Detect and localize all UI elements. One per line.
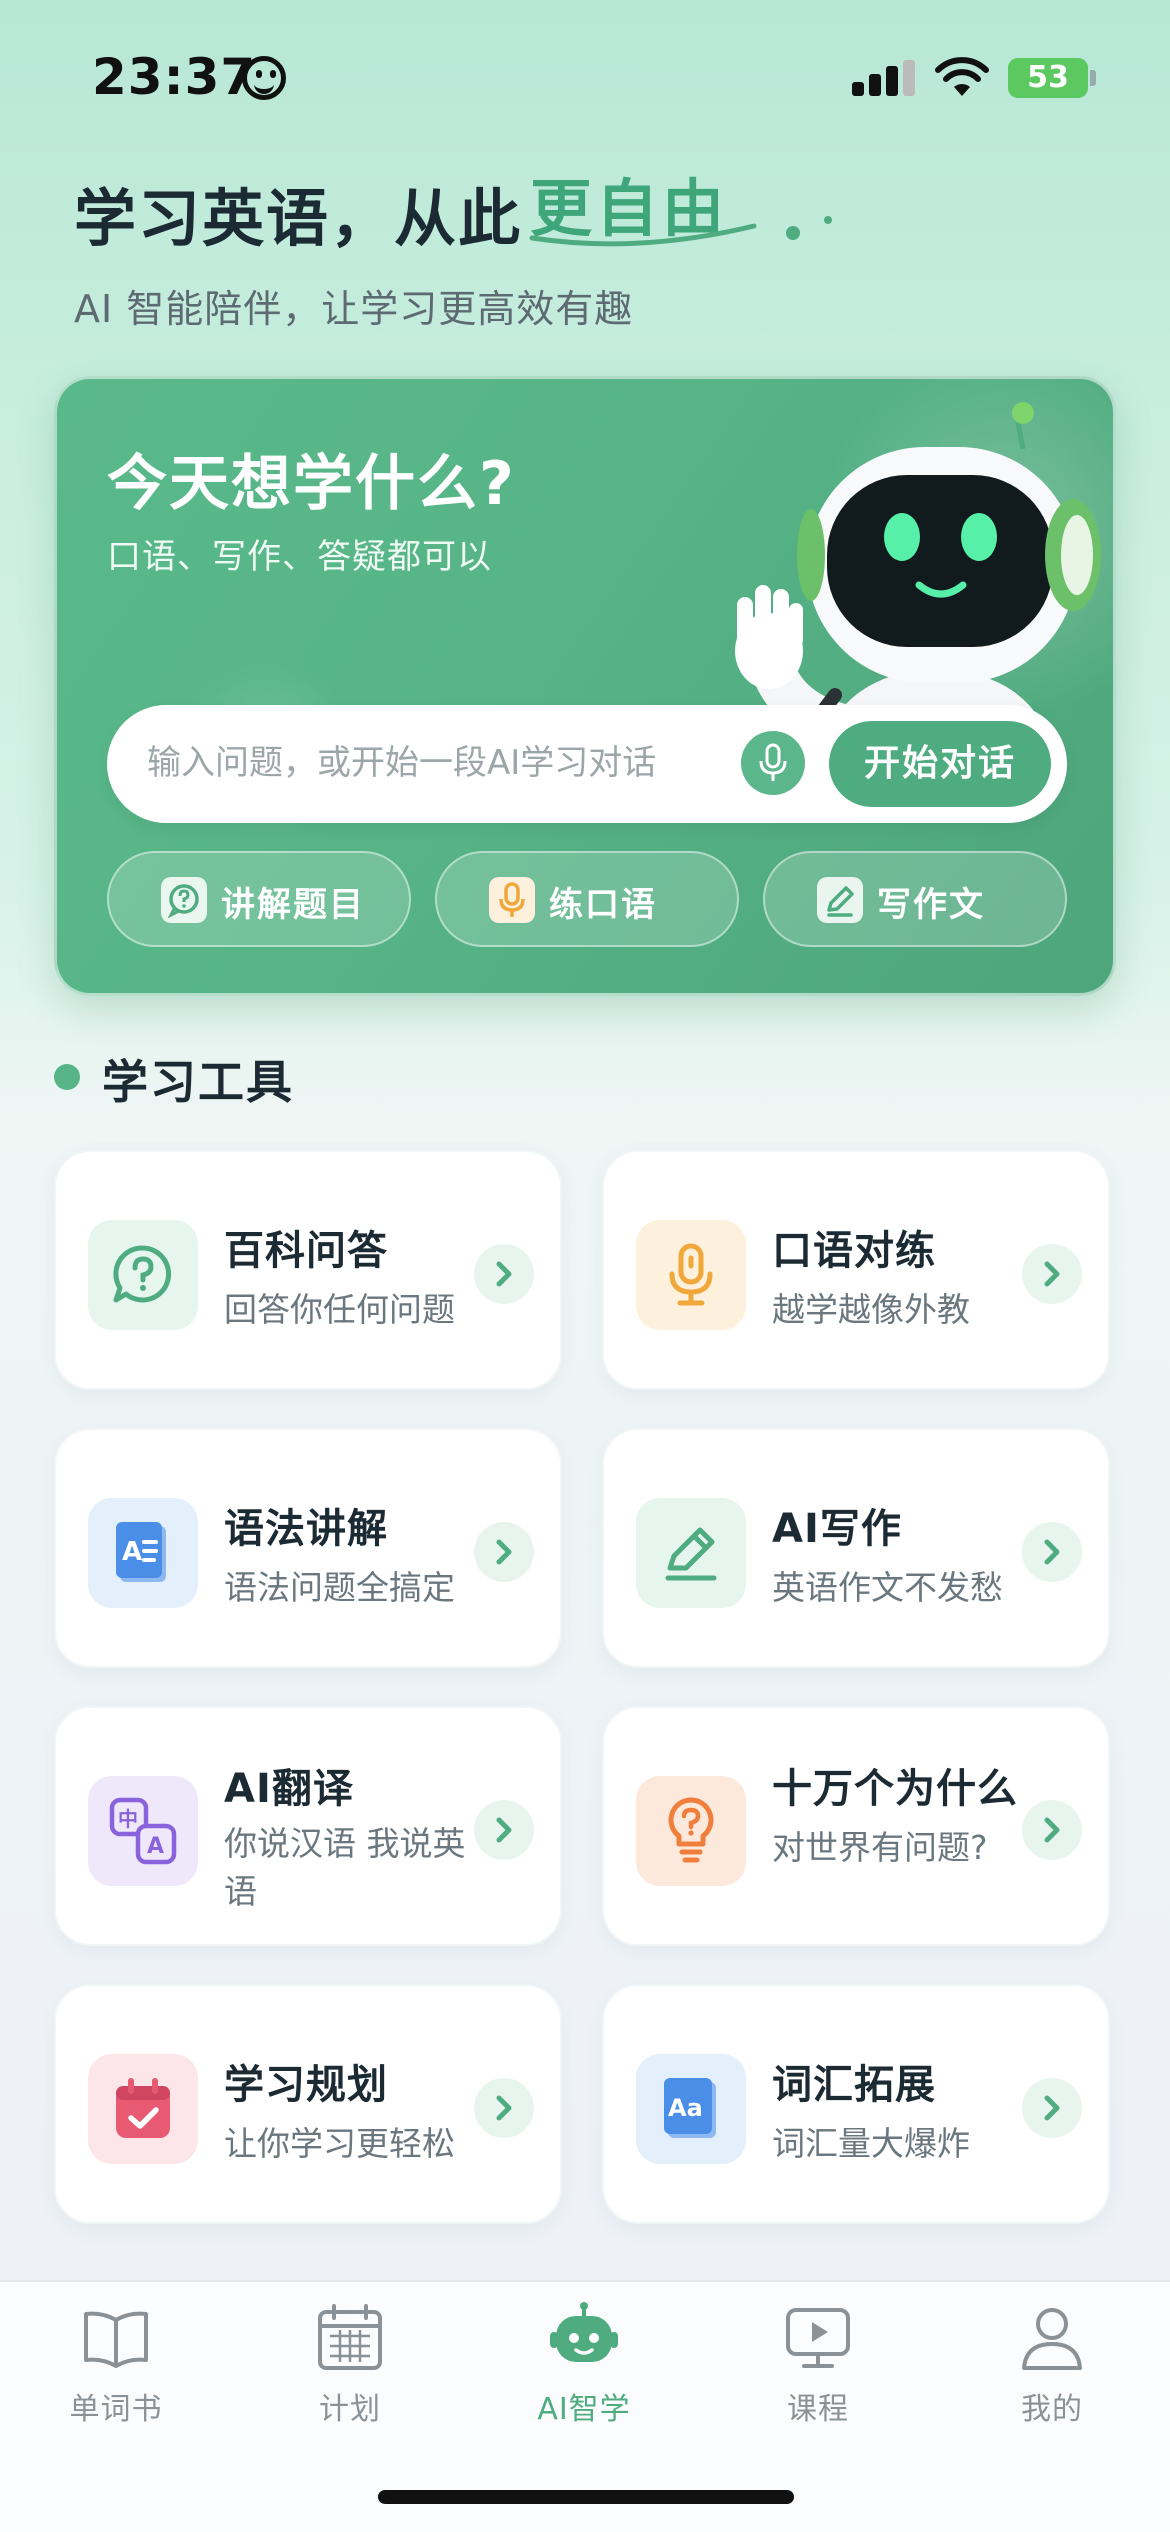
tool-card-grammar[interactable]: A 语法讲解 语法问题全搞定 xyxy=(54,1428,562,1668)
person-icon xyxy=(1022,2308,1082,2370)
section-dot xyxy=(54,1064,80,1090)
section-title: 学习工具 xyxy=(102,1055,294,1109)
smiley-icon xyxy=(242,56,286,100)
open-book-icon xyxy=(84,2311,148,2368)
tool-card-encyclopedia-qa[interactable]: 百科问答 回答你任何问题 xyxy=(54,1150,562,1390)
tab-word-book[interactable]: 单词书 xyxy=(36,2302,196,2452)
status-time: 23:37 xyxy=(92,48,257,106)
microphone-icon xyxy=(759,743,787,781)
tool-desc: 对世界有问题? xyxy=(772,1828,988,1867)
tab-courses[interactable]: 课程 xyxy=(738,2302,898,2452)
hero-title: 学习英语，从此 xyxy=(74,182,523,255)
chevron-right-icon xyxy=(474,1522,534,1582)
start-chat-button[interactable]: 开始对话 xyxy=(829,721,1051,807)
microphone-icon xyxy=(489,877,535,923)
chevron-right-icon xyxy=(1022,2078,1082,2138)
tab-label: AI智学 xyxy=(537,2392,631,2427)
tab-label: 我的 xyxy=(1021,2392,1083,2427)
chevron-right-icon xyxy=(474,2078,534,2138)
ai-chat-card: 今天想学什么? 口语、写作、答疑都可以 输入问题，或开始一段AI学习对话 开始对… xyxy=(54,376,1116,996)
tool-name: 语法讲解 xyxy=(224,1506,388,1552)
app-screen: 23:37 53 学习英语，从此 更自由 AI 智能陪伴，让学习更高效有趣 今天… xyxy=(0,0,1170,2532)
svg-text:Aa: Aa xyxy=(668,2094,703,2122)
status-bar: 23:37 53 xyxy=(0,0,1170,150)
tool-name: 百科问答 xyxy=(224,1228,388,1274)
quick-action-label: 讲解题目 xyxy=(221,885,365,925)
calendar-check-icon xyxy=(88,2054,198,2164)
chevron-right-icon xyxy=(474,1244,534,1304)
tab-label: 计划 xyxy=(319,2392,381,2427)
pencil-icon xyxy=(636,1498,746,1608)
cellular-signal-icon xyxy=(852,60,916,96)
calendar-icon xyxy=(318,2304,382,2370)
tool-desc: 让你学习更轻松 xyxy=(224,2124,455,2163)
tool-name: AI写作 xyxy=(772,1506,902,1552)
tool-desc: 语法问题全搞定 xyxy=(224,1568,455,1607)
battery-tip xyxy=(1090,70,1096,86)
translate-icon: 中 A xyxy=(88,1776,198,1886)
battery-level: 53 xyxy=(1027,60,1069,95)
wifi-icon xyxy=(935,57,989,96)
tool-name: 学习规划 xyxy=(224,2062,388,2108)
chevron-right-icon xyxy=(1022,1522,1082,1582)
ask-bar: 开始对话 xyxy=(107,705,1067,823)
hero-subtitle: AI 智能陪伴，让学习更高效有趣 xyxy=(74,287,634,331)
microphone-icon xyxy=(636,1220,746,1330)
dot-decoration xyxy=(786,226,800,240)
vocabulary-book-icon: Aa xyxy=(636,2054,746,2164)
question-bubble-icon xyxy=(88,1220,198,1330)
quick-action-explain-question[interactable]: 讲解题目 xyxy=(107,851,411,947)
question-input[interactable] xyxy=(147,731,707,795)
tool-name: 十万个为什么 xyxy=(772,1766,1018,1812)
tab-ai-learning[interactable]: AI智学 xyxy=(504,2302,664,2452)
tool-card-ai-translate[interactable]: 中 A AI翻译 你说汉语 我说英语 xyxy=(54,1706,562,1946)
tool-desc: 词汇量大爆炸 xyxy=(772,2124,970,2163)
ai-card-title: 今天想学什么? xyxy=(107,449,516,519)
quick-action-label: 练口语 xyxy=(549,885,657,925)
tool-desc: 英语作文不发愁 xyxy=(772,1568,1003,1607)
chevron-right-icon xyxy=(1022,1244,1082,1304)
svg-text:A: A xyxy=(147,1834,164,1859)
quick-actions: 讲解题目 练口语 写作文 xyxy=(107,851,1067,951)
lightbulb-question-icon xyxy=(636,1776,746,1886)
tool-desc: 你说汉语 我说英语 xyxy=(224,1824,466,1911)
tool-card-why-questions[interactable]: 十万个为什么 对世界有问题? xyxy=(602,1706,1110,1946)
tool-desc: 越学越像外教 xyxy=(772,1290,970,1329)
tab-label: 单词书 xyxy=(69,2392,163,2427)
svg-text:中: 中 xyxy=(118,1807,138,1831)
quick-action-practice-speaking[interactable]: 练口语 xyxy=(435,851,739,947)
tool-name: AI翻译 xyxy=(224,1766,354,1812)
tool-desc: 回答你任何问题 xyxy=(224,1290,455,1329)
svg-text:A: A xyxy=(122,1537,142,1567)
tab-plan[interactable]: 计划 xyxy=(270,2302,430,2452)
tool-name: 口语对练 xyxy=(772,1228,936,1274)
ai-card-subtitle: 口语、写作、答疑都可以 xyxy=(107,537,492,577)
battery-icon: 53 xyxy=(1008,58,1088,98)
tool-card-ai-writing[interactable]: AI写作 英语作文不发愁 xyxy=(602,1428,1110,1668)
tab-label: 课程 xyxy=(787,2392,849,2427)
quick-action-label: 写作文 xyxy=(877,885,985,925)
tool-name: 词汇拓展 xyxy=(772,2062,936,2108)
quick-action-write-essay[interactable]: 写作文 xyxy=(763,851,1067,947)
pencil-icon xyxy=(817,877,863,923)
home-indicator[interactable] xyxy=(378,2490,794,2504)
question-chat-icon xyxy=(161,877,207,923)
chevron-right-icon xyxy=(1022,1800,1082,1860)
robot-icon xyxy=(550,2302,618,2362)
tab-profile[interactable]: 我的 xyxy=(972,2302,1132,2452)
tool-card-speaking-practice[interactable]: 口语对练 越学越像外教 xyxy=(602,1150,1110,1390)
tool-card-study-plan[interactable]: 学习规划 让你学习更轻松 xyxy=(54,1984,562,2224)
swoosh-decoration xyxy=(529,223,757,247)
tool-card-vocabulary[interactable]: Aa 词汇拓展 词汇量大爆炸 xyxy=(602,1984,1110,2224)
video-course-icon xyxy=(786,2308,850,2368)
voice-input-button[interactable] xyxy=(741,731,805,795)
grammar-doc-icon: A xyxy=(88,1498,198,1608)
dot-decoration-small xyxy=(824,216,832,224)
chevron-right-icon xyxy=(474,1800,534,1860)
